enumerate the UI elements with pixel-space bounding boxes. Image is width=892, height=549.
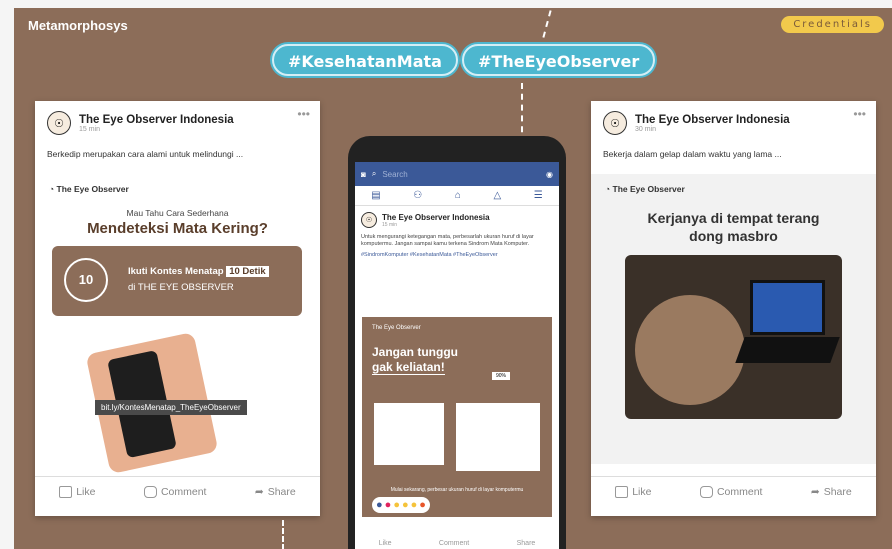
comment-icon [143,486,157,498]
thumbs-up-icon [615,486,629,498]
brand-logo: ◔ The Eye Observer [49,184,129,194]
brand-logo: The Eye Observer [372,325,421,331]
credentials-badge[interactable]: Credentials [781,16,884,33]
post-text: Untuk mengurangi ketegangan mata, perbes… [361,234,534,247]
post-footer-text: Mulai sekarang, perbesar ukuran huruf di… [390,487,524,493]
page-name[interactable]: The Eye Observer Indonesia [79,114,234,126]
post-image: ◔ The Eye Observer Kerjanya di tempat te… [591,174,876,464]
connector-line [542,10,552,38]
connector-line [521,83,523,143]
post-headline: Jangan tunggu [372,345,458,359]
phone-post: ☉ The Eye Observer Indonesia 15 min Untu… [355,206,559,264]
like-reaction-icon[interactable]: ● [376,499,383,511]
eye-icon: ◔ [605,184,611,194]
zoom-level: 90% [492,372,511,380]
share-icon: ➦ [810,486,820,498]
angry-reaction-icon[interactable]: ● [419,499,426,511]
screen-mockup-zoomed [456,403,540,471]
page-avatar[interactable]: ☉ [361,212,377,228]
share-icon: ➦ [254,486,264,498]
facebook-nav: ▤ ⚇ ⌂ △ ☰ [355,186,559,206]
post-time: 15 min [382,221,398,228]
share-button[interactable]: ➦ Share [255,486,296,498]
brand-title: Metamorphosys [28,18,128,33]
post-time: 15 min [79,125,101,133]
page-avatar[interactable]: ☉ [47,111,71,135]
phone-mockup: ◙ ⌕ Search ◉ ▤ ⚇ ⌂ △ ☰ ☉ The Eye Observe… [348,136,566,549]
post-headline: Mendeteksi Mata Kering? [87,220,268,237]
contest-link[interactable]: bit.ly/KontesMenatap_TheEyeObserver [95,400,247,415]
facebook-post-left: ☉ The Eye Observer Indonesia 15 min ••• … [35,101,320,516]
thumbs-up-icon [59,486,73,498]
promo-banner: 10 Ikuti Kontes Menatap 10 Detik di THE … [52,246,302,316]
phone-post-actions: Like Comment Share [355,540,559,547]
like-button[interactable]: Like [59,486,95,498]
menu-icon[interactable]: ☰ [534,190,543,201]
like-button[interactable]: Like [615,486,651,498]
capybara-laptop-photo [625,255,842,419]
connector-line [282,520,284,549]
promo-text: Ikuti Kontes Menatap [128,266,224,277]
post-headline-2: gak keliatan! [372,360,445,375]
comment-button[interactable]: Comment [143,486,206,498]
friends-icon[interactable]: ⚇ [413,190,422,201]
comment-button[interactable]: Comment [439,540,469,547]
post-time: 30 min [635,125,657,133]
promo-subtext: di THE EYE OBSERVER [128,282,234,293]
hashtag-theeyeobserver[interactable]: #TheEyeObserver [462,44,656,76]
notifications-icon[interactable]: △ [493,190,501,201]
phone-screen: ◙ ⌕ Search ◉ ▤ ⚇ ⌂ △ ☰ ☉ The Eye Observe… [355,162,559,549]
page-name[interactable]: The Eye Observer Indonesia [382,213,490,222]
screen-mockup [374,403,444,465]
camera-icon[interactable]: ◙ [361,170,366,179]
messenger-icon[interactable]: ◉ [546,170,553,179]
sad-reaction-icon[interactable]: ● [411,499,418,511]
promo-badge: 10 Detik [226,266,269,277]
facebook-header: ◙ ⌕ Search ◉ [355,162,559,186]
post-description: Berkedip merupakan cara alami untuk meli… [47,149,244,159]
timer-icon: 10 [64,258,108,302]
share-button[interactable]: ➦ Share [811,486,852,498]
wow-reaction-icon[interactable]: ● [402,499,409,511]
reactions-bar[interactable]: ● ● ● ● ● ● [372,497,430,513]
more-options-icon[interactable]: ••• [853,107,866,121]
post-description: Bekerja dalam gelap dalam waktu yang lam… [603,149,782,159]
like-button[interactable]: Like [379,540,392,547]
facebook-post-right: ☉ The Eye Observer Indonesia 30 min ••• … [591,101,876,516]
love-reaction-icon[interactable]: ● [385,499,392,511]
more-options-icon[interactable]: ••• [297,107,310,121]
eye-icon: ◔ [49,184,55,194]
post-hashtags[interactable]: #SindromKomputer #KesehatanMata #TheEyeO… [361,252,553,258]
phone-post-image: The Eye Observer Jangan tunggu gak kelia… [362,317,552,517]
page-avatar[interactable]: ☉ [603,111,627,135]
marketplace-icon[interactable]: ⌂ [455,190,461,201]
hashtag-kesehatanmata[interactable]: #KesehatanMata [272,44,458,76]
news-feed-icon[interactable]: ▤ [371,190,380,201]
brand-logo: ◔ The Eye Observer [605,184,685,194]
comment-button[interactable]: Comment [699,486,762,498]
post-subtitle: Mau Tahu Cara Sederhana [126,208,229,218]
haha-reaction-icon[interactable]: ● [393,499,400,511]
post-actions: Like Comment ➦ Share [591,476,876,498]
page-name[interactable]: The Eye Observer Indonesia [635,114,790,126]
comment-icon [699,486,713,498]
presentation-board: Metamorphosys Credentials #KesehatanMata… [14,8,892,549]
post-headline-2: dong masbro [689,228,778,244]
post-actions: Like Comment ➦ Share [35,476,320,498]
search-input[interactable]: Search [382,170,540,179]
post-image: ◔ The Eye Observer Mau Tahu Cara Sederha… [35,174,320,475]
post-headline: Kerjanya di tempat terang [647,210,820,226]
search-icon: ⌕ [371,169,377,178]
share-button[interactable]: Share [517,540,536,547]
